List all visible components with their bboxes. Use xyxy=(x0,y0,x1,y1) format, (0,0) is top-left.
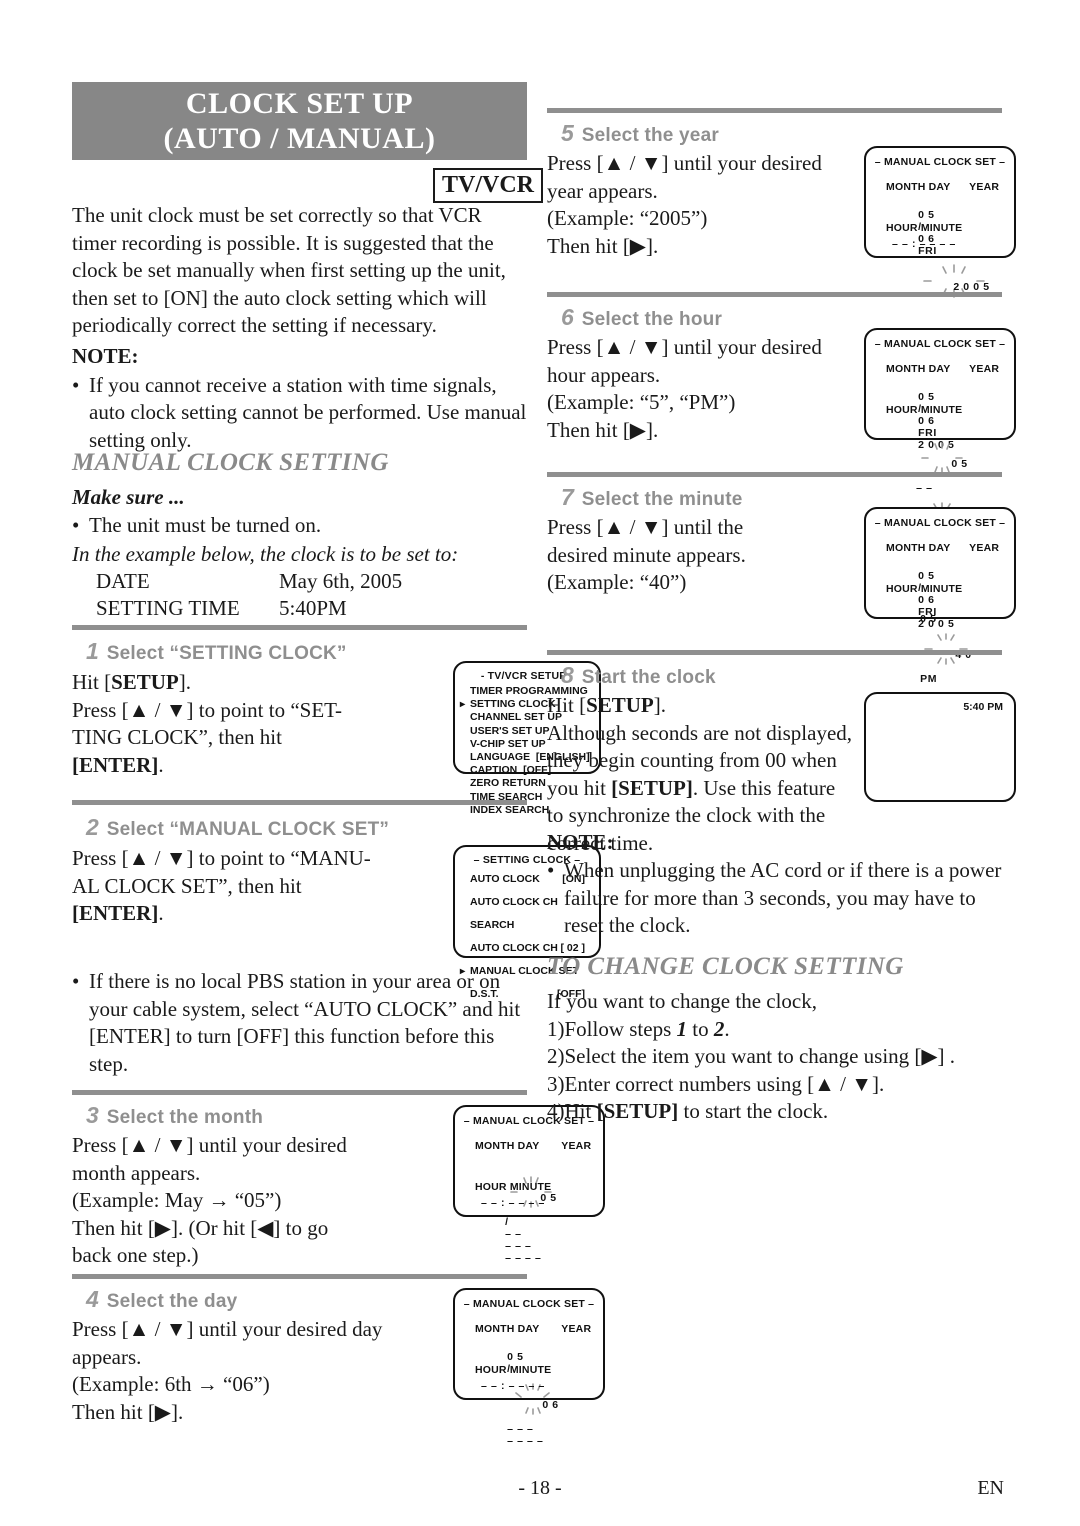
cursor-arrow-icon: ▸ xyxy=(459,699,466,711)
change-item-4: 4)Hit [SETUP] to start the clock. xyxy=(547,1099,829,1123)
step-6-body: Press [▲ / ▼] until your desired hour ap… xyxy=(547,335,822,442)
step-4-body: Press [▲ / ▼] until your desired day app… xyxy=(72,1317,383,1424)
osd-manual-clock-set-step7: – MANUAL CLOCK SET – MONTH DAY YEAR 0 5 … xyxy=(864,507,1016,685)
note-label-1: NOTE: xyxy=(72,343,139,368)
step-divider xyxy=(72,800,527,805)
blinking-year-field: 2 0 0 5 xyxy=(918,257,990,305)
page-number: - 18 - xyxy=(518,1477,562,1499)
cursor-arrow-icon xyxy=(455,777,470,790)
osd-time-labels: HOUR MINUTE xyxy=(886,583,963,595)
step-2-header: 2 Select “MANUAL CLOCK SET” xyxy=(86,814,390,840)
osd-time-labels: HOUR MINUTE xyxy=(475,1364,552,1376)
page-header-banner: CLOCK SET UP (AUTO / MANUAL) xyxy=(72,82,527,160)
osd-date-labels: MONTH DAY YEAR xyxy=(475,1323,592,1335)
osd-title: – MANUAL CLOCK SET – xyxy=(874,338,1006,350)
osd-date-values: 0 5 / 0 6 – – – – – – – xyxy=(507,1351,559,1447)
change-intro: If you want to change the clock, xyxy=(547,989,817,1013)
cursor-arrow-icon xyxy=(455,711,470,724)
cursor-arrow-icon xyxy=(455,764,470,777)
bullet-dot-icon: • xyxy=(72,969,80,993)
change-item-3: 3)Enter correct numbers using [▲ / ▼]. xyxy=(547,1071,885,1096)
step-divider xyxy=(72,1090,527,1095)
osd-time-values: – – : – – – – xyxy=(892,238,956,250)
step-divider xyxy=(547,650,1002,655)
note-block-2: NOTE: • When unplugging the AC cord or i… xyxy=(547,828,1002,940)
manual-clock-setting-section: MANUAL CLOCK SETTING Make sure ... • The… xyxy=(72,448,532,622)
page-title-line2: (AUTO / MANUAL) xyxy=(163,122,436,155)
step-5-header: 5 Select the year xyxy=(561,120,719,146)
osd-title: – MANUAL CLOCK SET – xyxy=(874,517,1006,529)
intro-paragraph: The unit clock must be set correctly so … xyxy=(72,202,527,454)
step-6-header: 6 Select the hour xyxy=(561,304,723,330)
bullet-dot-icon: • xyxy=(72,513,80,537)
osd-time-labels: HOUR MINUTE xyxy=(886,404,963,416)
step-2-body: Press [▲ / ▼] to point to “MANU- AL CLOC… xyxy=(72,846,371,925)
example-row-time: SETTING TIME 5:40PM xyxy=(96,596,347,620)
step-8-header: 8 Start the clock xyxy=(561,662,716,688)
step-3-body: Press [▲ / ▼] until your desired month a… xyxy=(72,1133,347,1267)
step-divider xyxy=(547,472,1002,477)
step-divider xyxy=(72,1274,527,1279)
page-title-line1: CLOCK SET UP xyxy=(185,87,414,120)
osd-time-labels: HOUR MINUTE xyxy=(886,222,963,234)
section-title-manual: MANUAL CLOCK SETTING xyxy=(72,449,389,476)
osd-clock-time: 5:40 PM xyxy=(963,701,1003,713)
example-row-date: DATE May 6th, 2005 xyxy=(96,569,403,593)
osd-title: – MANUAL CLOCK SET – xyxy=(874,156,1006,168)
cursor-arrow-icon xyxy=(455,725,470,738)
change-item-1: 1)Follow steps 1 to 2. xyxy=(547,1016,730,1041)
osd-date-labels: MONTH DAY YEAR xyxy=(886,181,1000,193)
section-title-change: TO CHANGE CLOCK SETTING xyxy=(547,953,904,980)
osd-time-labels: HOUR MINUTE xyxy=(475,1181,552,1193)
language-code: EN xyxy=(977,1477,1004,1499)
osd-date-values: 0 5 / – – – – – – – – – xyxy=(477,1156,557,1276)
note-label-2: NOTE: xyxy=(547,830,614,854)
osd-manual-clock-set-step4: – MANUAL CLOCK SET – MONTH DAY YEAR 0 5 … xyxy=(453,1288,605,1447)
bullet-dot-icon: • xyxy=(547,858,555,882)
bullet-dot-icon: • xyxy=(72,372,80,397)
osd-date-labels: MONTH DAY YEAR xyxy=(475,1140,592,1152)
make-sure-bullet: • The unit must be turned on. xyxy=(72,512,532,540)
osd-time-values: – – : – – – – xyxy=(481,1197,545,1209)
step-1-body: Hit [SETUP]. Press [▲ / ▼] to point to “… xyxy=(72,670,343,777)
osd-clock-display-step8: 5:40 PM xyxy=(864,692,1016,802)
step-divider xyxy=(547,108,1002,113)
osd-manual-clock-set-step6: – MANUAL CLOCK SET – MONTH DAY YEAR 0 5 … xyxy=(864,328,1016,534)
make-sure-label: Make sure ... xyxy=(72,485,185,509)
osd-date-labels: MONTH DAY YEAR xyxy=(886,363,1000,375)
step-7-body: Press [▲ / ▼] until the desired minute a… xyxy=(547,515,746,594)
tv-vcr-badge: TV/VCR xyxy=(433,168,544,203)
change-item-2: 2)Select the item you want to change usi… xyxy=(547,1044,956,1068)
step-1-header: 1 Select “SETTING CLOCK” xyxy=(86,638,347,664)
cursor-arrow-icon xyxy=(455,685,470,698)
intro-note-bullet: • If you cannot receive a station with t… xyxy=(72,372,527,455)
note-2-bullet: • When unplugging the AC cord or if ther… xyxy=(547,857,1002,940)
step-divider xyxy=(72,625,527,630)
cursor-arrow-icon xyxy=(455,738,470,751)
osd-time-values: – – : – – – – xyxy=(481,1380,545,1392)
example-intro: In the example below, the clock is to be… xyxy=(72,541,459,566)
osd-title: – MANUAL CLOCK SET – xyxy=(463,1298,595,1310)
cursor-arrow-icon xyxy=(455,751,470,764)
osd-date-labels: MONTH DAY YEAR xyxy=(886,542,1000,554)
step-5-body: Press [▲ / ▼] until your desired year ap… xyxy=(547,151,822,258)
step-divider xyxy=(547,292,1002,297)
to-change-clock-section: TO CHANGE CLOCK SETTING If you want to c… xyxy=(547,952,1002,1126)
pbs-note-bullet: • If there is no local PBS station in yo… xyxy=(72,968,527,1078)
osd-date-values: 0 5 / 0 6 FRI 2 0 0 5 xyxy=(890,197,990,317)
osd-manual-clock-set-step5: – MANUAL CLOCK SET – MONTH DAY YEAR 0 5 … xyxy=(864,146,1016,298)
manual-page: CLOCK SET UP (AUTO / MANUAL) TV/VCR The … xyxy=(0,0,1080,1526)
